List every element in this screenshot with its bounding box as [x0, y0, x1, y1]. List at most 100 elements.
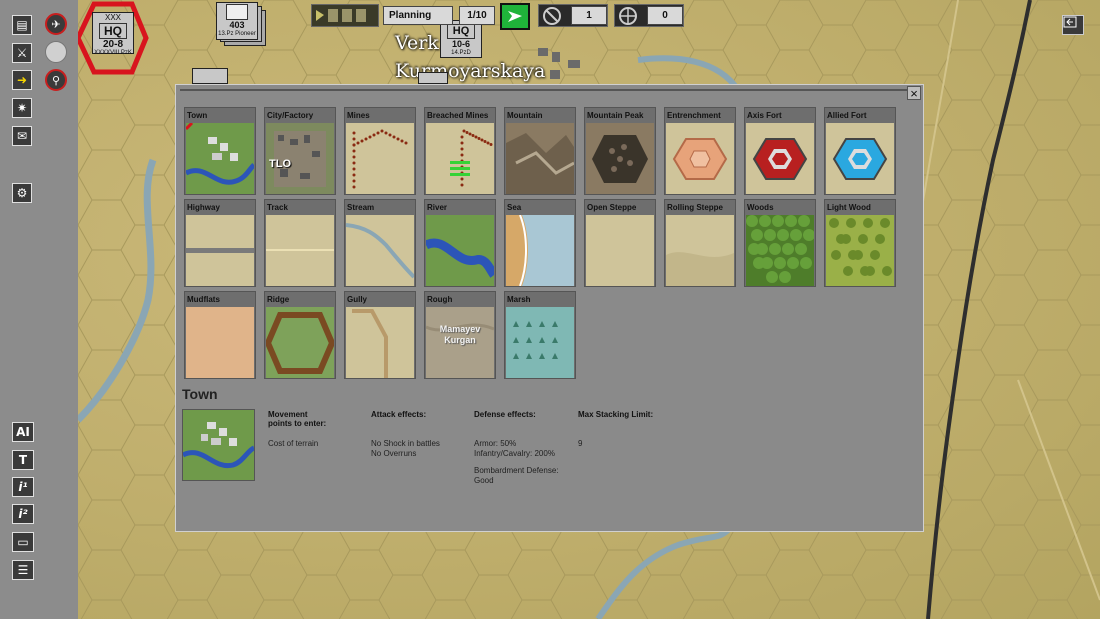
air-stat-value: 1: [571, 6, 607, 25]
terrain-tile[interactable]: Mudflats: [184, 291, 256, 379]
movement-header-line2: points to enter:: [268, 419, 327, 428]
terrain-tile-name: Open Steppe: [587, 203, 637, 212]
mail-button[interactable]: ✉: [12, 126, 32, 146]
terrain-art: [506, 123, 575, 194]
no-radio-toggle[interactable]: ⚲: [45, 69, 67, 91]
terrain-art: [184, 121, 256, 194]
explosion-button[interactable]: ✷: [12, 98, 32, 118]
attack-value-2: No Overruns: [371, 449, 417, 458]
terrain-legend-dialog: × Town City/Factory TLO Mines Breached Mines…: [175, 84, 924, 532]
globe-stat-value: 0: [647, 6, 683, 25]
globe-icon: [619, 7, 637, 25]
terrain-tile[interactable]: Mines: [344, 107, 416, 195]
terrain-tile-image: [186, 215, 254, 286]
unit-counter-partial[interactable]: [418, 72, 448, 84]
terrain-tile-image: [506, 214, 574, 287]
terrain-tile[interactable]: Open Steppe: [584, 199, 656, 287]
turn-field: 1/10: [459, 6, 495, 25]
disabled-toggle[interactable]: [45, 41, 67, 63]
info-2-button[interactable]: i²: [12, 504, 34, 524]
terrain-tile-name: Sea: [507, 203, 522, 212]
map-label-verk: Verk: [395, 32, 439, 54]
units-button[interactable]: ⚔: [12, 43, 32, 63]
radio-tower-icon: ⚲: [51, 74, 61, 87]
text-button[interactable]: T: [12, 450, 34, 470]
terrain-tile-image: [186, 307, 254, 378]
terrain-tile[interactable]: Woods: [744, 199, 816, 287]
terrain-tile[interactable]: Sea: [504, 199, 576, 287]
movement-value: Cost of terrain: [268, 439, 319, 448]
arrow-right-icon: ➜: [16, 73, 28, 87]
terrain-tile-image: [666, 215, 734, 286]
document-button[interactable]: ▤: [12, 15, 32, 35]
defense-header: Defense effects:: [474, 410, 536, 419]
terrain-tile[interactable]: Breached Mines: [424, 107, 496, 195]
terrain-tile-name: Ridge: [267, 295, 290, 304]
left-toolbar: ▤ ⚔ ➜ ✷ ✉ ⚙ ✈ ⚲ AI T i¹ i² ▭ ☰: [0, 0, 78, 619]
settings-gear-button[interactable]: ⚙: [12, 183, 32, 203]
terrain-tile-name: Allied Fort: [827, 111, 867, 120]
terrain-tile-image: [426, 123, 494, 194]
panel-toggle-button[interactable]: [1062, 15, 1084, 35]
terrain-tile[interactable]: City/Factory TLO: [264, 107, 336, 195]
terrain-tile[interactable]: River: [423, 199, 498, 287]
terrain-tile-name: River: [427, 203, 448, 212]
close-button[interactable]: ×: [907, 86, 921, 100]
terrain-art: [346, 307, 414, 378]
terrain-tile[interactable]: Allied Fort: [824, 107, 896, 195]
terrain-tile[interactable]: Axis Fort: [744, 107, 816, 195]
hq-counter-second[interactable]: HQ 10-6 14.PzD: [440, 20, 482, 58]
end-turn-button[interactable]: [500, 3, 530, 30]
monitor-button[interactable]: ▭: [12, 532, 34, 552]
dialog-titlebar: [180, 89, 919, 95]
info-1-button[interactable]: i¹: [12, 477, 34, 497]
terrain-art: [826, 123, 894, 194]
terrain-tile-image: [586, 123, 654, 194]
terrain-tile[interactable]: Highway: [184, 199, 256, 287]
hq-counter-main[interactable]: XXX HQ 20-8 XXXXVIII PzK: [92, 12, 134, 56]
terrain-tile[interactable]: Rolling Steppe: [664, 199, 736, 287]
rough-overlay-label: Mamayev: [439, 324, 481, 334]
terrain-tile-image: [346, 307, 414, 378]
terrain-tile[interactable]: Marsh: [504, 291, 576, 379]
document-icon: ▤: [16, 18, 28, 32]
terrain-art: [186, 215, 254, 286]
ai-button[interactable]: AI: [12, 422, 34, 442]
arrow-right-icon: [508, 11, 522, 22]
terrain-art: [666, 215, 734, 286]
no-air-toggle[interactable]: ✈: [45, 13, 67, 35]
terrain-tile[interactable]: Town: [184, 107, 256, 195]
terrain-tile[interactable]: Ridge: [264, 291, 336, 379]
sliders-button[interactable]: ☰: [12, 560, 34, 580]
terrain-art: [506, 307, 574, 378]
terrain-tile[interactable]: Mountain Peak: [584, 107, 656, 195]
terrain-tile-image: [184, 121, 256, 194]
city-overlay-label: TLO: [269, 158, 291, 170]
terrain-tile-name: Mines: [347, 111, 370, 120]
move-arrow-button[interactable]: ➜: [12, 70, 32, 90]
counter-title: 403: [229, 20, 245, 30]
counter-unit-name: 14.PzD: [451, 50, 471, 56]
terrain-tile-name: Rolling Steppe: [667, 203, 723, 212]
units-icon: ⚔: [16, 46, 28, 60]
phase-arrow-icon: [316, 9, 366, 22]
counter-echelon: XXX: [104, 13, 121, 22]
terrain-art: [423, 215, 498, 286]
terrain-tile[interactable]: Rough Mamayev Kurgan: [424, 291, 496, 379]
counter-strength: 10-6: [451, 39, 470, 49]
terrain-tile-image: [666, 123, 734, 194]
defense-value-4: Good: [474, 476, 494, 485]
terrain-tile[interactable]: Mountain: [504, 107, 576, 195]
terrain-art: [666, 123, 734, 194]
terrain-tile-image: [345, 215, 416, 286]
terrain-tile[interactable]: Stream: [344, 199, 416, 287]
terrain-art: [264, 307, 336, 378]
unit-counter-partial[interactable]: [192, 68, 228, 84]
terrain-tile[interactable]: Gully: [344, 291, 416, 379]
terrain-tile[interactable]: Light Wood: [824, 199, 896, 287]
counter-title: HQ: [447, 24, 475, 39]
pioneer-counter[interactable]: 403 13.Pz Pioneer: [216, 2, 258, 40]
terrain-tile[interactable]: Entrenchment: [664, 107, 736, 195]
terrain-tile-name: Breached Mines: [427, 111, 489, 120]
terrain-tile[interactable]: Track: [264, 199, 336, 287]
